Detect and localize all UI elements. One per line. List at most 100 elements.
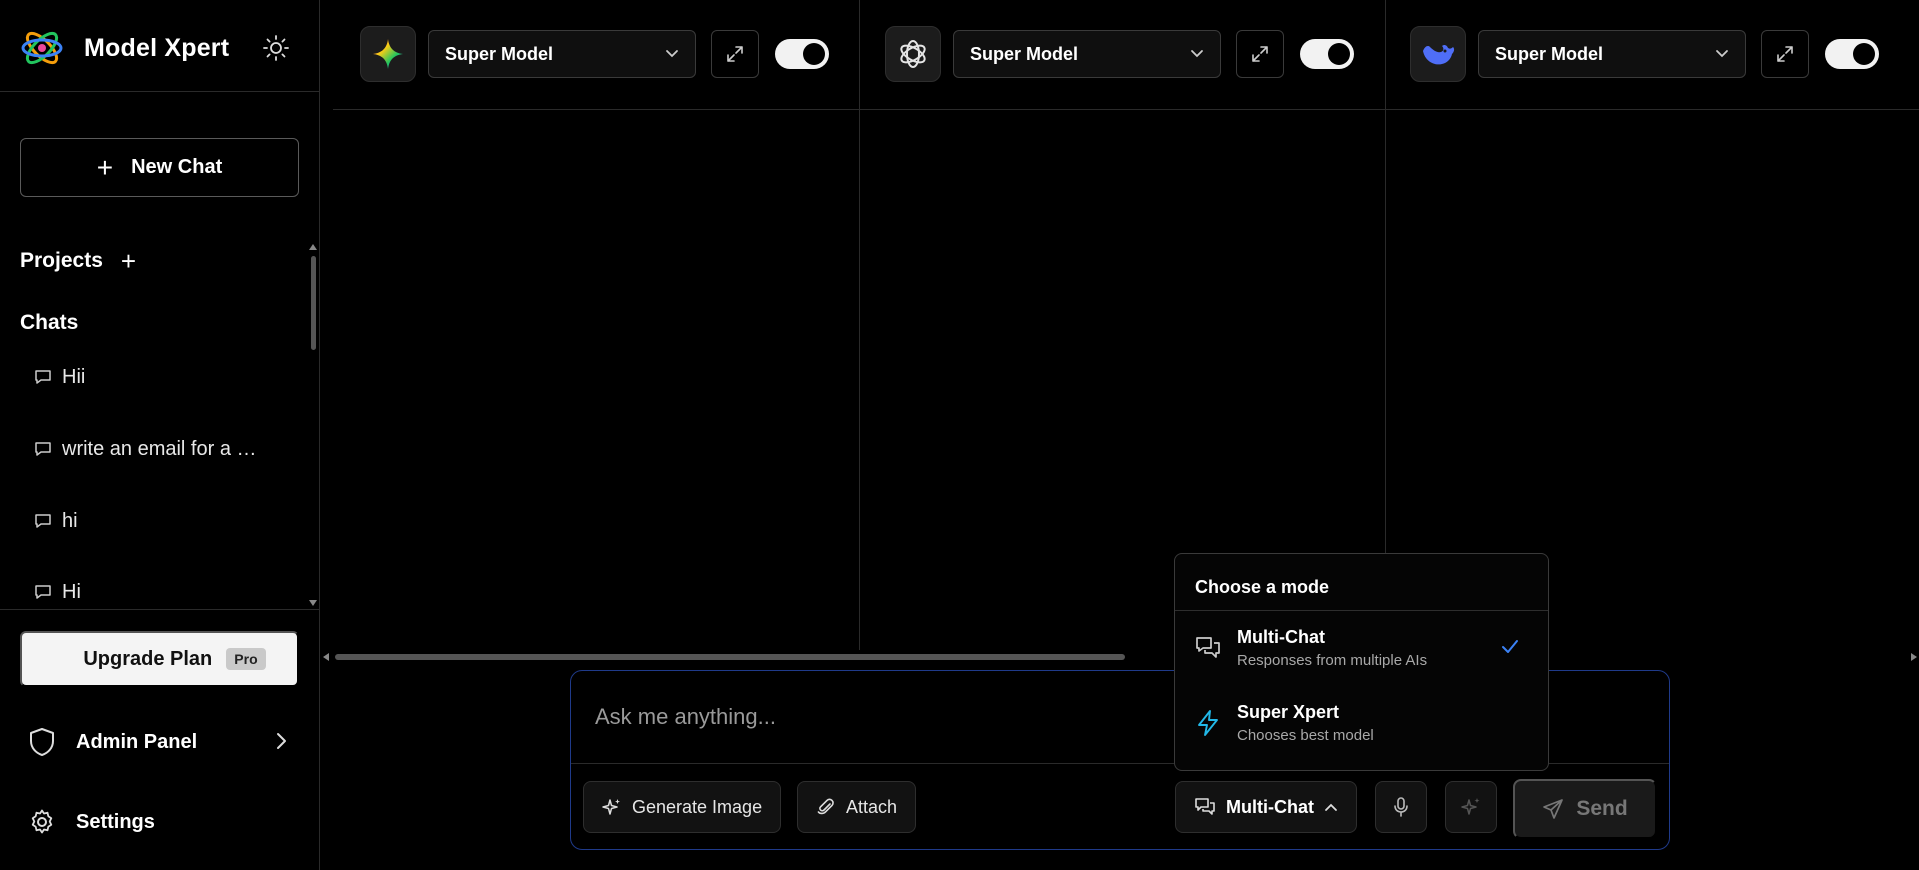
model-enable-toggle[interactable]: [1300, 39, 1354, 69]
sidebar-scrollbar-thumb[interactable]: [311, 256, 316, 350]
mode-selector-label: Multi-Chat: [1226, 796, 1314, 817]
chat-list-item[interactable]: Hii: [34, 362, 274, 392]
model-select-value: Super Model: [1495, 43, 1604, 64]
chat-list-item[interactable]: hi: [34, 506, 274, 536]
scroll-left-arrow-icon[interactable]: [323, 653, 329, 661]
projects-header: Projects +: [20, 248, 136, 274]
chevron-down-icon: [666, 50, 678, 58]
enhance-prompt-button[interactable]: [1445, 781, 1497, 833]
new-chat-label: New Chat: [131, 156, 223, 178]
upgrade-plan-label: Upgrade Plan: [83, 647, 213, 670]
scroll-down-arrow-icon[interactable]: [309, 600, 317, 606]
chat-bubble-icon: [35, 442, 51, 456]
add-project-icon[interactable]: +: [121, 248, 136, 274]
new-chat-button[interactable]: + New Chat: [20, 138, 299, 197]
mode-menu-title: Choose a mode: [1195, 577, 1330, 597]
lightning-icon: [1198, 710, 1218, 736]
model-enable-toggle[interactable]: [1825, 39, 1879, 69]
app-name: Model Xpert: [84, 33, 230, 62]
mode-selector-button[interactable]: Multi-Chat: [1175, 781, 1357, 833]
mode-option-text: Super Xpert Chooses best model: [1237, 702, 1374, 744]
chat-bubbles-icon: [1195, 798, 1215, 815]
sidebar-divider: [0, 609, 320, 610]
send-button[interactable]: Send: [1513, 779, 1657, 839]
model-select-value: Super Model: [970, 43, 1079, 64]
expand-button[interactable]: [1236, 30, 1284, 78]
chat-title: write an email for a …: [62, 437, 257, 460]
paperclip-icon: [817, 798, 834, 815]
sparkles-icon: [602, 799, 620, 815]
chat-bubbles-icon: [1196, 637, 1220, 658]
sidebar-divider: [0, 91, 320, 92]
admin-panel-label: Admin Panel: [76, 730, 198, 753]
chat-title: Hii: [62, 365, 86, 388]
send-icon: [1543, 799, 1564, 819]
mode-option-description: Responses from multiple AIs: [1237, 652, 1428, 669]
admin-panel-link[interactable]: Admin Panel: [28, 726, 288, 758]
check-icon: [1502, 640, 1518, 653]
sidebar: Model Xpert + New Chat Projects + Chats …: [0, 0, 320, 870]
panel-header-divider: [333, 109, 1919, 110]
attach-label: Attach: [846, 796, 898, 817]
chat-bubble-icon: [35, 370, 51, 384]
sidebar-scroll-area[interactable]: Projects + Chats Hii write an email for …: [0, 242, 320, 608]
panels-horizontal-scrollbar[interactable]: [321, 651, 1919, 663]
expand-icon: [1252, 46, 1268, 62]
brand: Model Xpert: [20, 22, 290, 74]
shield-icon: [30, 728, 54, 756]
sparkles-icon: [1461, 798, 1480, 815]
settings-label: Settings: [76, 810, 155, 833]
toggle-knob: [1328, 43, 1350, 65]
sun-icon[interactable]: [262, 34, 290, 62]
expand-button[interactable]: [711, 30, 759, 78]
expand-button[interactable]: [1761, 30, 1809, 78]
mode-option-name: Super Xpert: [1237, 702, 1340, 722]
generate-image-label: Generate Image: [632, 796, 763, 817]
gemini-icon: [360, 26, 416, 82]
scroll-up-arrow-icon[interactable]: [309, 244, 317, 250]
chat-list-item[interactable]: Hi: [34, 577, 274, 607]
settings-link[interactable]: Settings: [28, 808, 155, 836]
chat-bubble-icon: [35, 585, 51, 599]
mode-option-name: Multi-Chat: [1237, 627, 1325, 647]
model-panel-header: Super Model: [1410, 26, 1879, 82]
send-label: Send: [1576, 797, 1628, 820]
pro-badge: Pro: [226, 648, 266, 670]
upgrade-plan-button[interactable]: Upgrade Plan Pro: [20, 631, 299, 687]
microphone-button[interactable]: [1375, 781, 1427, 833]
mode-option-description: Chooses best model: [1237, 727, 1374, 744]
projects-label: Projects: [20, 249, 103, 272]
chat-bubble-icon: [35, 514, 51, 528]
microphone-icon: [1394, 797, 1408, 817]
model-select-dropdown[interactable]: Super Model: [953, 30, 1221, 78]
deepseek-icon: [1410, 26, 1466, 82]
chat-title: hi: [62, 509, 78, 532]
attach-button[interactable]: Attach: [797, 781, 917, 833]
model-enable-toggle[interactable]: [775, 39, 829, 69]
model-select-dropdown[interactable]: Super Model: [1478, 30, 1746, 78]
gear-icon: [31, 809, 53, 834]
scroll-right-arrow-icon[interactable]: [1911, 653, 1917, 661]
openai-icon: [885, 26, 941, 82]
chats-heading: Chats: [20, 311, 79, 334]
model-panel-header: Super Model: [360, 26, 829, 82]
model-select-value: Super Model: [445, 43, 554, 64]
mode-menu: Choose a mode Multi-Chat Responses from …: [1174, 553, 1549, 771]
model-panel-header: Super Model: [885, 26, 1354, 82]
mode-option-text: Multi-Chat Responses from multiple AIs: [1237, 627, 1427, 669]
mode-option-multi-chat[interactable]: Multi-Chat Responses from multiple AIs: [1195, 624, 1530, 672]
chat-list-item[interactable]: write an email for a …: [34, 434, 274, 464]
plus-icon: +: [96, 151, 114, 183]
mode-option-super-xpert[interactable]: Super Xpert Chooses best model: [1195, 699, 1530, 747]
toggle-knob: [803, 43, 825, 65]
chevron-right-icon: [277, 733, 286, 749]
horizontal-scrollbar-thumb[interactable]: [335, 654, 1125, 660]
generate-image-button[interactable]: Generate Image: [583, 781, 782, 833]
chat-title: Hi: [62, 580, 81, 603]
chevron-up-icon: [1325, 803, 1337, 811]
model-select-dropdown[interactable]: Super Model: [428, 30, 696, 78]
expand-icon: [727, 46, 743, 62]
expand-icon: [1777, 46, 1793, 62]
mode-menu-divider: [1175, 610, 1548, 611]
chevron-down-icon: [1191, 50, 1203, 58]
